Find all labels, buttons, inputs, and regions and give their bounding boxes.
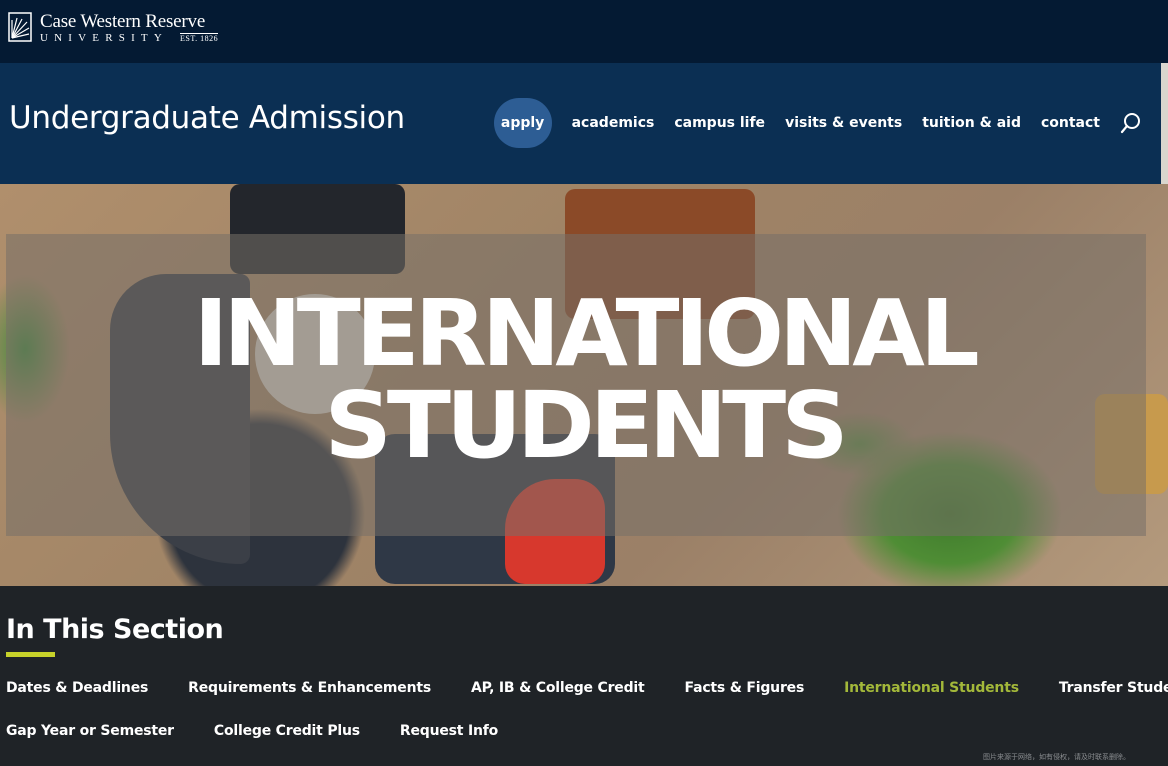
link-request-info[interactable]: Request Info bbox=[400, 723, 498, 766]
link-gap-year-semester[interactable]: Gap Year or Semester bbox=[6, 723, 174, 766]
link-requirements-enhancements[interactable]: Requirements & Enhancements bbox=[188, 680, 431, 723]
logo-name: Case Western Reserve bbox=[40, 11, 206, 32]
in-this-section: In This Section Dates & Deadlines Requir… bbox=[0, 586, 1168, 766]
link-college-credit-plus[interactable]: College Credit Plus bbox=[214, 723, 360, 766]
link-transfer-students[interactable]: Transfer Students bbox=[1059, 680, 1168, 723]
sunburst-logo-icon bbox=[8, 12, 32, 42]
nav-tuition-aid[interactable]: tuition & aid bbox=[922, 115, 1021, 131]
hero-title: INTERNATIONAL STUDENTS bbox=[0, 288, 1168, 472]
nav-contact[interactable]: contact bbox=[1041, 115, 1100, 131]
link-international-students[interactable]: International Students bbox=[844, 680, 1019, 723]
link-dates-deadlines[interactable]: Dates & Deadlines bbox=[6, 680, 148, 723]
watermark: 图片来源于网络，如有侵权，请及时联系删除。 bbox=[983, 754, 1130, 761]
university-logo[interactable]: Case Western Reserve University EST. 182… bbox=[8, 11, 219, 44]
logo-subtitle: University bbox=[40, 32, 168, 44]
link-ap-ib-college-credit[interactable]: AP, IB & College Credit bbox=[471, 680, 645, 723]
link-facts-figures[interactable]: Facts & Figures bbox=[685, 680, 805, 723]
hero-banner: INTERNATIONAL STUDENTS bbox=[0, 184, 1168, 586]
section-title: In This Section bbox=[6, 614, 224, 645]
nav-campus-life[interactable]: campus life bbox=[674, 115, 765, 131]
hero-title-line2: STUDENTS bbox=[324, 372, 848, 479]
site-title[interactable]: Undergraduate Admission bbox=[9, 100, 405, 136]
logo-established: EST. 1826 bbox=[180, 33, 219, 43]
nav-apply[interactable]: apply bbox=[493, 98, 552, 148]
header-edge bbox=[1161, 63, 1168, 184]
section-links-row-1: Dates & Deadlines Requirements & Enhance… bbox=[6, 680, 1168, 723]
search-icon[interactable] bbox=[1120, 112, 1142, 134]
nav-visits-events[interactable]: visits & events bbox=[785, 115, 902, 131]
top-bar: Case Western Reserve University EST. 182… bbox=[0, 0, 1168, 63]
nav-academics[interactable]: academics bbox=[572, 115, 655, 131]
section-title-underline bbox=[6, 652, 55, 657]
main-nav: apply academics campus life visits & eve… bbox=[493, 98, 1142, 148]
hero-title-line1: INTERNATIONAL bbox=[193, 280, 979, 387]
